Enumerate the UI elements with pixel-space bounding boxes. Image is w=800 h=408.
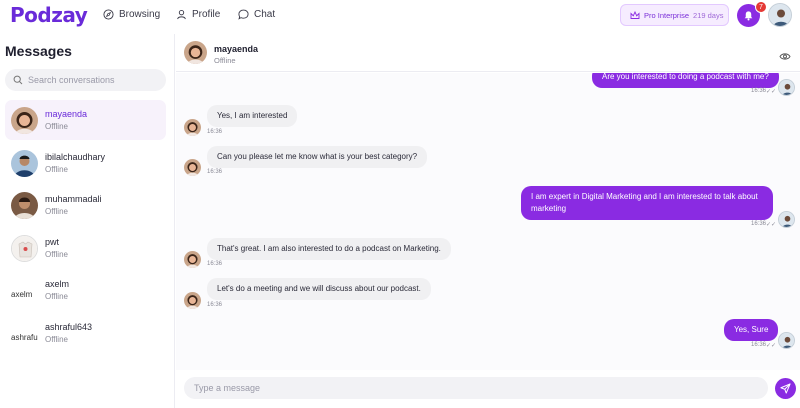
conversation-item-mayaenda[interactable]: mayaenda Offline [5,100,166,140]
pro-plan-label: Pro Interprise [644,10,690,20]
message-bubble-outgoing: I am expert in Digital Marketing and I a… [521,186,773,220]
message-bubble-incoming: Yes, I am interested [207,105,298,127]
contact-status: Offline [214,56,236,65]
search-box[interactable] [5,69,166,91]
conversation-status: Offline [45,207,68,216]
crown-icon [630,10,640,19]
bell-icon [744,11,753,21]
conversation-item-pwt[interactable]: pwt Offline [5,228,166,268]
view-profile-button[interactable] [779,48,791,66]
message-bubble-incoming: That's great. I am also interested to do… [207,238,451,260]
message-time: 16:36 [751,342,767,348]
conversation-name: muhammadali [45,194,102,204]
podzay-logo[interactable]: Podzay [10,3,88,27]
avatar [11,106,38,134]
eye-icon [779,53,791,60]
read-receipt-icon: ✓✓ [766,343,777,349]
conversation-status: Offline [45,250,68,259]
message-time: 16:36 [751,221,767,227]
notification-count-badge: 7 [755,1,767,13]
read-receipt-icon: ✓✓ [766,222,777,228]
contact-mini-avatar [184,119,201,136]
pro-plan-days: 219 days [693,10,724,20]
message-bubble-outgoing: Yes, Sure [724,319,779,341]
message-thread: Are you interested to doing a podcast wi… [176,73,800,370]
avatar-alt-text: ashrafu [11,332,38,342]
nav-chat-label: Chat [254,9,276,20]
avatar [11,234,38,262]
message-time: 16:36 [207,302,223,308]
conversation-item-muhammadali[interactable]: muhammadali Offline [5,185,166,225]
contact-mini-avatar [184,292,201,309]
pro-plan-badge[interactable]: Pro Interprise 219 days [620,4,729,26]
send-button[interactable] [775,378,796,399]
nav-profile-label: Profile [192,9,221,20]
conversations-sidebar: Messages mayaenda Offline ibilalchaudhar… [0,34,175,408]
conversation-name: axelm [45,279,70,289]
my-avatar [778,211,795,228]
message-input[interactable] [194,383,754,393]
avatar [11,149,38,177]
my-avatar [778,332,795,349]
message-bubble-outgoing: Are you interested to doing a podcast wi… [592,73,779,88]
avatar-alt-text: axelm [11,289,33,299]
nav-profile[interactable]: Profile [176,9,220,20]
message-field[interactable] [184,377,768,399]
message-bubble-incoming: Let's do a meeting and we will discuss a… [207,278,431,300]
conversation-name: ashraful643 [45,322,93,332]
conversation-status: Offline [45,335,68,344]
contact-name: mayaenda [214,44,259,54]
top-navigation-bar: Podzay Browsing Profile Chat Pro Interpr… [0,0,800,32]
message-time: 16:36 [207,169,223,175]
avatar [11,191,38,219]
conversation-name: ibilalchaudhary [45,152,106,162]
conversation-name: pwt [45,237,60,247]
message-composer [176,371,800,408]
chat-header: mayaenda Offline [176,34,800,72]
compass-icon [103,9,114,20]
send-icon [780,383,791,394]
conversation-item-axelm[interactable]: axelm axelm Offline [5,270,166,310]
conversation-item-ibilalchaudhary[interactable]: ibilalchaudhary Offline [5,143,166,183]
nav-browsing[interactable]: Browsing [103,9,160,20]
conversation-status: Offline [45,292,68,301]
nav-browsing-label: Browsing [119,9,161,20]
conversation-status: Offline [45,122,68,131]
search-icon [13,75,23,85]
sidebar-title: Messages [5,43,72,59]
message-time: 16:36 [207,261,223,267]
user-avatar[interactable] [768,3,792,27]
message-time: 16:36 [207,129,223,135]
read-receipt-icon: ✓✓ [766,89,777,95]
conversation-item-ashraful643[interactable]: ashrafu ashraful643 Offline [5,313,166,353]
message-bubble-incoming: Can you please let me know what is your … [207,146,428,168]
contact-mini-avatar [184,251,201,268]
conversation-name: mayaenda [45,109,88,119]
my-avatar [778,79,795,96]
user-icon [177,10,186,20]
contact-avatar[interactable] [184,41,207,64]
search-input[interactable] [28,75,158,85]
conversation-status: Offline [45,165,68,174]
nav-chat[interactable]: Chat [238,9,275,20]
message-time: 16:36 [751,88,767,94]
chat-bubble-icon [238,9,249,20]
contact-mini-avatar [184,159,201,176]
